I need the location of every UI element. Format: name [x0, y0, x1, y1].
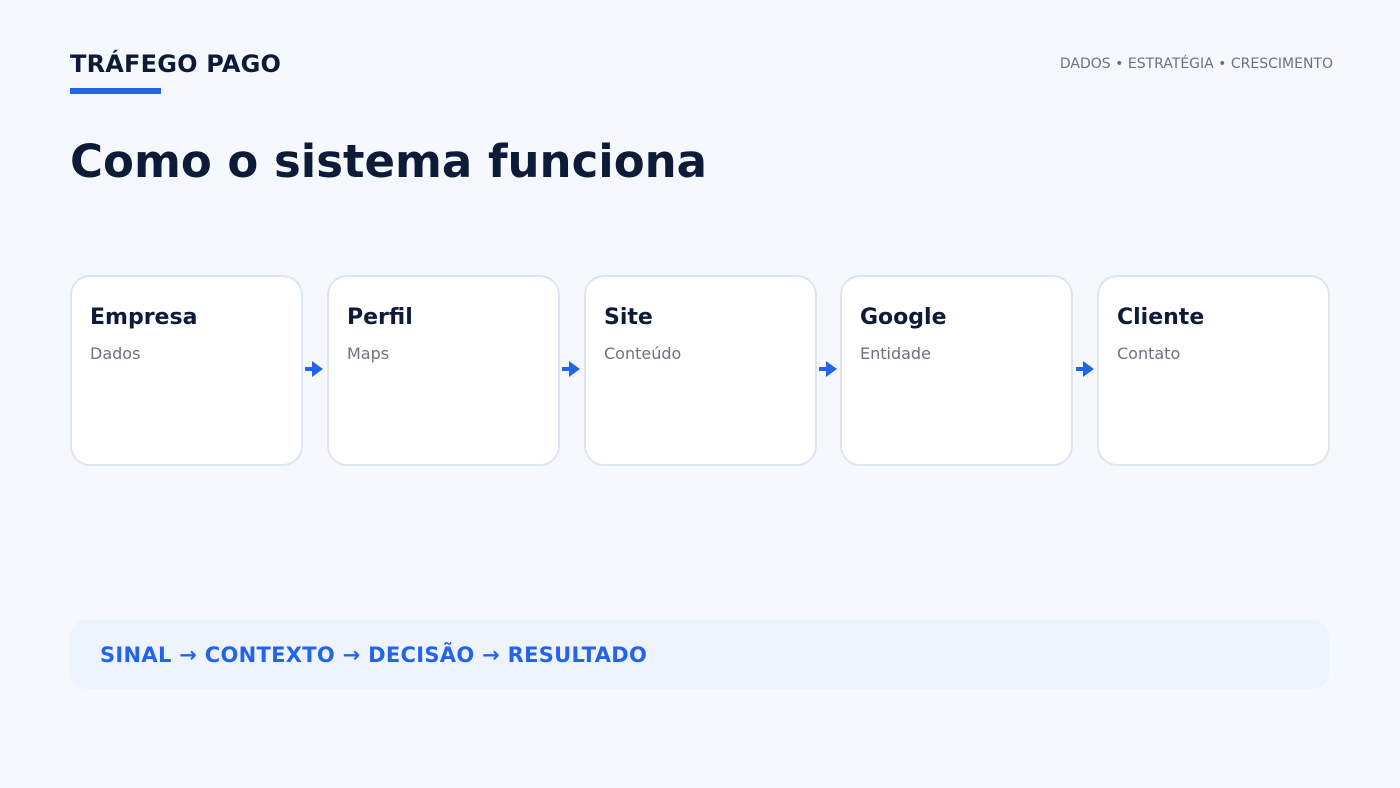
step-title: Perfil: [347, 305, 413, 330]
step-subtitle: Maps: [347, 344, 390, 363]
step-title: Cliente: [1117, 305, 1205, 330]
brand-title: TRÁFEGO PAGO: [70, 50, 282, 78]
step-subtitle: Contato: [1117, 344, 1181, 363]
step-title: Google: [860, 305, 947, 330]
step-card-site: Site Conteúdo: [584, 275, 817, 466]
brand: TRÁFEGO PAGO: [70, 50, 281, 94]
step-subtitle: Dados: [90, 344, 141, 363]
step-card-google: Google Entidade: [840, 275, 1073, 466]
step-card-empresa: Empresa Dados: [70, 275, 303, 466]
arrow-right-icon: [562, 361, 580, 377]
brand-underline: [70, 88, 161, 94]
step-title: Empresa: [90, 305, 198, 330]
step-card-cliente: Cliente Contato: [1097, 275, 1330, 466]
arrow-right-icon: [819, 361, 837, 377]
step-title: Site: [604, 305, 653, 330]
arrow-right-icon: [1076, 361, 1094, 377]
step-subtitle: Entidade: [860, 344, 931, 363]
flow-diagram: Empresa Dados Perfil Maps Site Conteúdo …: [70, 275, 1331, 466]
step-subtitle: Conteúdo: [604, 344, 682, 363]
page-title: Como o sistema funciona: [70, 135, 708, 188]
summary-banner: SINAL → CONTEXTO → DECISÃO → RESULTADO: [70, 620, 1329, 689]
arrow-right-icon: [305, 361, 323, 377]
summary-sequence: SINAL → CONTEXTO → DECISÃO → RESULTADO: [100, 642, 648, 667]
tagline: DADOS • ESTRATÉGIA • CRESCIMENTO: [1059, 56, 1333, 72]
step-card-perfil: Perfil Maps: [327, 275, 560, 466]
